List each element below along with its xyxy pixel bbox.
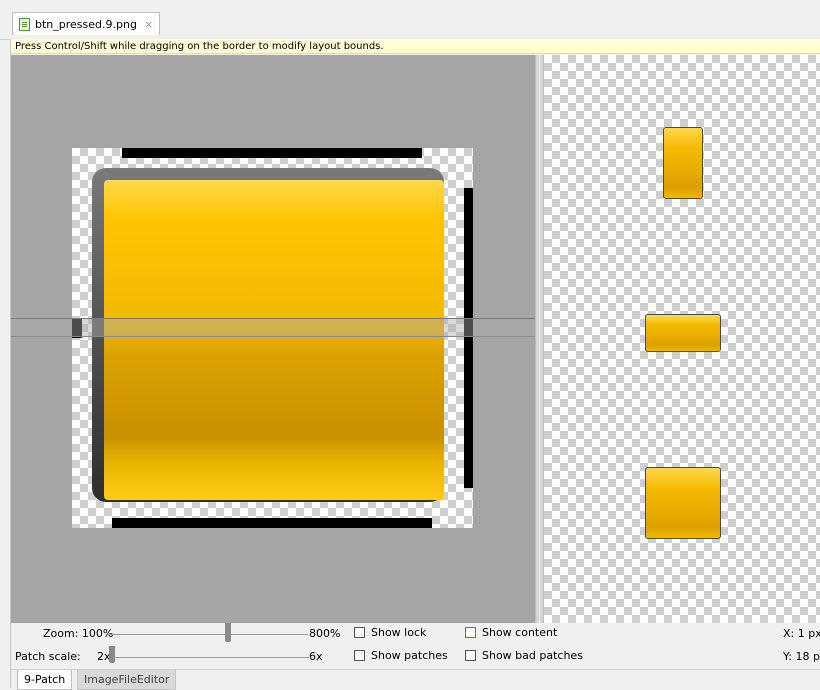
- preview-wide: [645, 314, 721, 352]
- png-file-icon: [19, 17, 30, 31]
- tab-9-patch[interactable]: 9-Patch: [17, 670, 73, 690]
- show-lock-checkbox[interactable]: [354, 627, 365, 638]
- show-patches-toggle[interactable]: Show patches: [354, 649, 448, 662]
- patch-guide-line: [11, 318, 535, 319]
- zoom-slider-track[interactable]: [108, 634, 308, 635]
- file-tab-label: btn_pressed.9.png: [35, 17, 137, 31]
- hint-text: Press Control/Shift while dragging on th…: [15, 41, 384, 52]
- preview-tall: [663, 127, 703, 199]
- zoom-label: Zoom: 100%: [43, 627, 114, 640]
- nine-patch-editor-canvas[interactable]: [11, 55, 535, 623]
- pane-splitter[interactable]: [535, 55, 544, 623]
- y-coordinate-readout: Y: 18 px: [783, 650, 820, 663]
- show-patches-checkbox[interactable]: [354, 650, 365, 661]
- zoom-slider-thumb[interactable]: [225, 623, 231, 642]
- preview-large: [645, 467, 721, 539]
- show-bad-patches-toggle[interactable]: Show bad patches: [465, 649, 583, 662]
- show-bad-patches-label: Show bad patches: [482, 649, 583, 662]
- stretch-region-highlight: [11, 318, 535, 337]
- zoom-max-label: 800%: [309, 627, 341, 640]
- show-bad-patches-checkbox[interactable]: [465, 650, 476, 661]
- button-fill: [104, 180, 444, 500]
- patch-guide-line: [11, 336, 535, 337]
- file-tab[interactable]: btn_pressed.9.png ×: [12, 12, 161, 35]
- patch-scale-label: Patch scale:: [15, 650, 81, 663]
- show-patches-label: Show patches: [371, 649, 448, 662]
- show-content-toggle[interactable]: Show content: [465, 626, 557, 639]
- patch-scale-track[interactable]: [109, 657, 309, 658]
- x-coordinate-readout: X: 1 px: [783, 627, 820, 640]
- tab-image-file-editor[interactable]: ImageFileEditor: [77, 670, 177, 690]
- editor-mode-tabs: 9-Patch ImageFileEditor: [11, 669, 820, 690]
- content-marker-right[interactable]: [464, 188, 473, 488]
- show-lock-toggle[interactable]: Show lock: [354, 626, 426, 639]
- patch-scale-max-label: 6x: [309, 650, 323, 663]
- show-content-checkbox[interactable]: [465, 627, 476, 638]
- content-marker-bottom[interactable]: [112, 518, 432, 528]
- show-content-label: Show content: [482, 626, 558, 639]
- nine-patch-image[interactable]: [72, 148, 473, 528]
- controls-panel: Zoom: 100% 800% Patch scale: 2x 6x Show …: [11, 623, 820, 667]
- patch-scale-thumb[interactable]: [109, 646, 115, 663]
- stretch-marker-top[interactable]: [122, 148, 422, 158]
- show-lock-label: Show lock: [371, 626, 427, 639]
- preview-pane: [544, 55, 820, 623]
- hint-bar: Press Control/Shift while dragging on th…: [11, 39, 820, 54]
- editor-tab-strip: btn_pressed.9.png ×: [0, 0, 820, 40]
- close-icon[interactable]: ×: [144, 18, 153, 31]
